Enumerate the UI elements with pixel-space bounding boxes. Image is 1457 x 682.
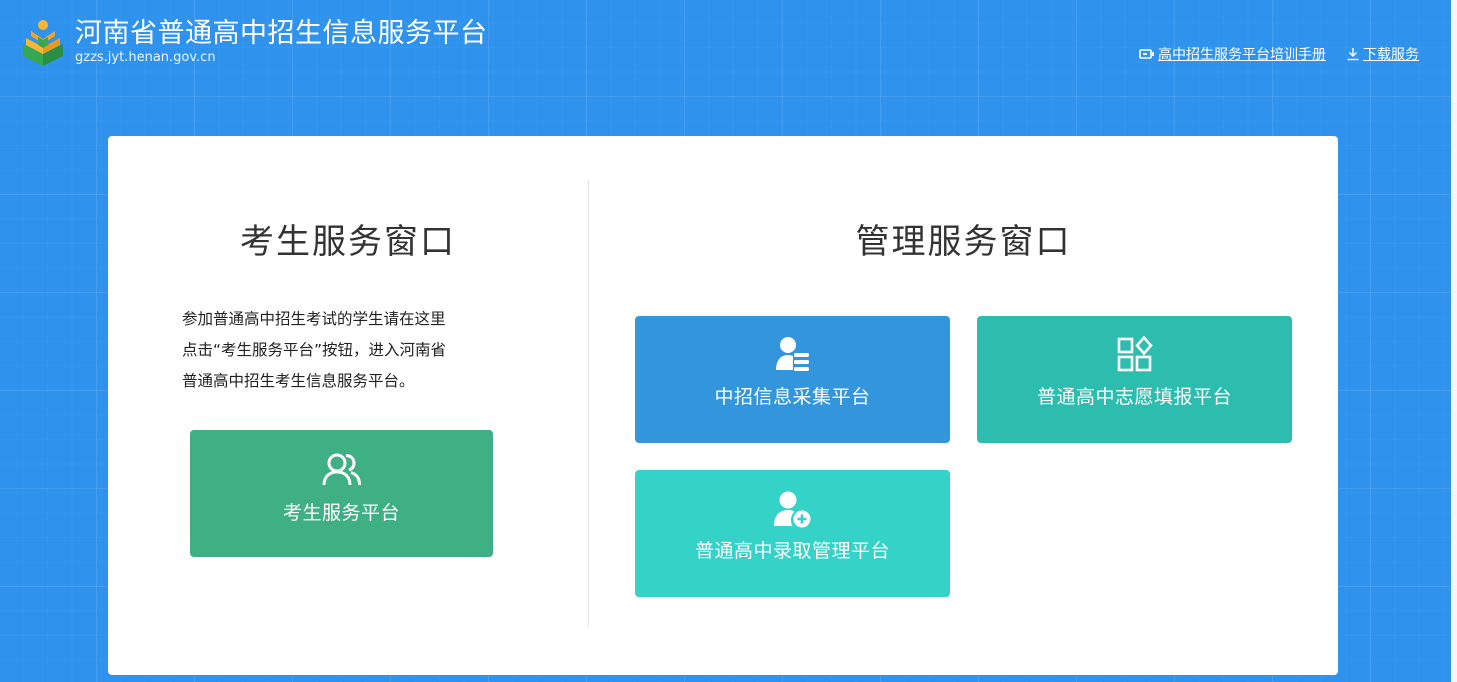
- download-service-link[interactable]: 下载服务: [1346, 44, 1419, 64]
- logo-icon: [23, 20, 63, 66]
- description-line: 参加普通高中招生考试的学生请在这里: [182, 310, 446, 328]
- site-domain: gzzs.jyt.henan.gov.cn: [75, 50, 216, 65]
- student-description: 参加普通高中招生考试的学生请在这里 点击“考生服务平台”按钮，进入河南省 普通高…: [182, 304, 502, 397]
- volunteer-filling-button[interactable]: 普通高中志愿填报平台: [977, 316, 1292, 443]
- download-service-label: 下载服务: [1363, 47, 1419, 63]
- info-collection-label: 中招信息采集平台: [714, 386, 871, 408]
- download-icon: [1347, 48, 1359, 61]
- manual-icon: [1139, 49, 1154, 59]
- brand: 河南省普通高中招生信息服务平台 gzzs.jyt.henan.gov.cn: [21, 18, 488, 68]
- volunteer-filling-label: 普通高中志愿填报平台: [1036, 386, 1232, 408]
- student-service-button[interactable]: 考生服务平台: [190, 430, 493, 557]
- admission-management-button[interactable]: 普通高中录取管理平台: [635, 470, 950, 597]
- admin-section-title: 管理服务窗口: [855, 222, 1072, 262]
- main-card: 考生服务窗口 参加普通高中招生考试的学生请在这里 点击“考生服务平台”按钮，进入…: [108, 136, 1338, 675]
- student-section-title: 考生服务窗口: [240, 222, 456, 262]
- top-links: 高中招生服务平台培训手册 下载服务: [1139, 44, 1419, 64]
- user-add-icon: [773, 491, 810, 528]
- users-icon: [322, 453, 361, 486]
- description-line: 普通高中招生考生信息服务平台。: [182, 372, 415, 390]
- apps-grid-icon: [1117, 336, 1153, 372]
- training-manual-label: 高中招生服务平台培训手册: [1158, 47, 1326, 63]
- user-list-icon: [775, 337, 809, 371]
- window-edge: [1451, 0, 1457, 682]
- info-collection-button[interactable]: 中招信息采集平台: [635, 316, 950, 443]
- training-manual-link[interactable]: 高中招生服务平台培训手册: [1139, 44, 1326, 64]
- description-line: 点击“考生服务平台”按钮，进入河南省: [182, 341, 447, 359]
- site-title: 河南省普通高中招生信息服务平台: [75, 18, 488, 49]
- admission-management-label: 普通高中录取管理平台: [694, 540, 890, 562]
- student-service-label: 考生服务平台: [282, 502, 400, 524]
